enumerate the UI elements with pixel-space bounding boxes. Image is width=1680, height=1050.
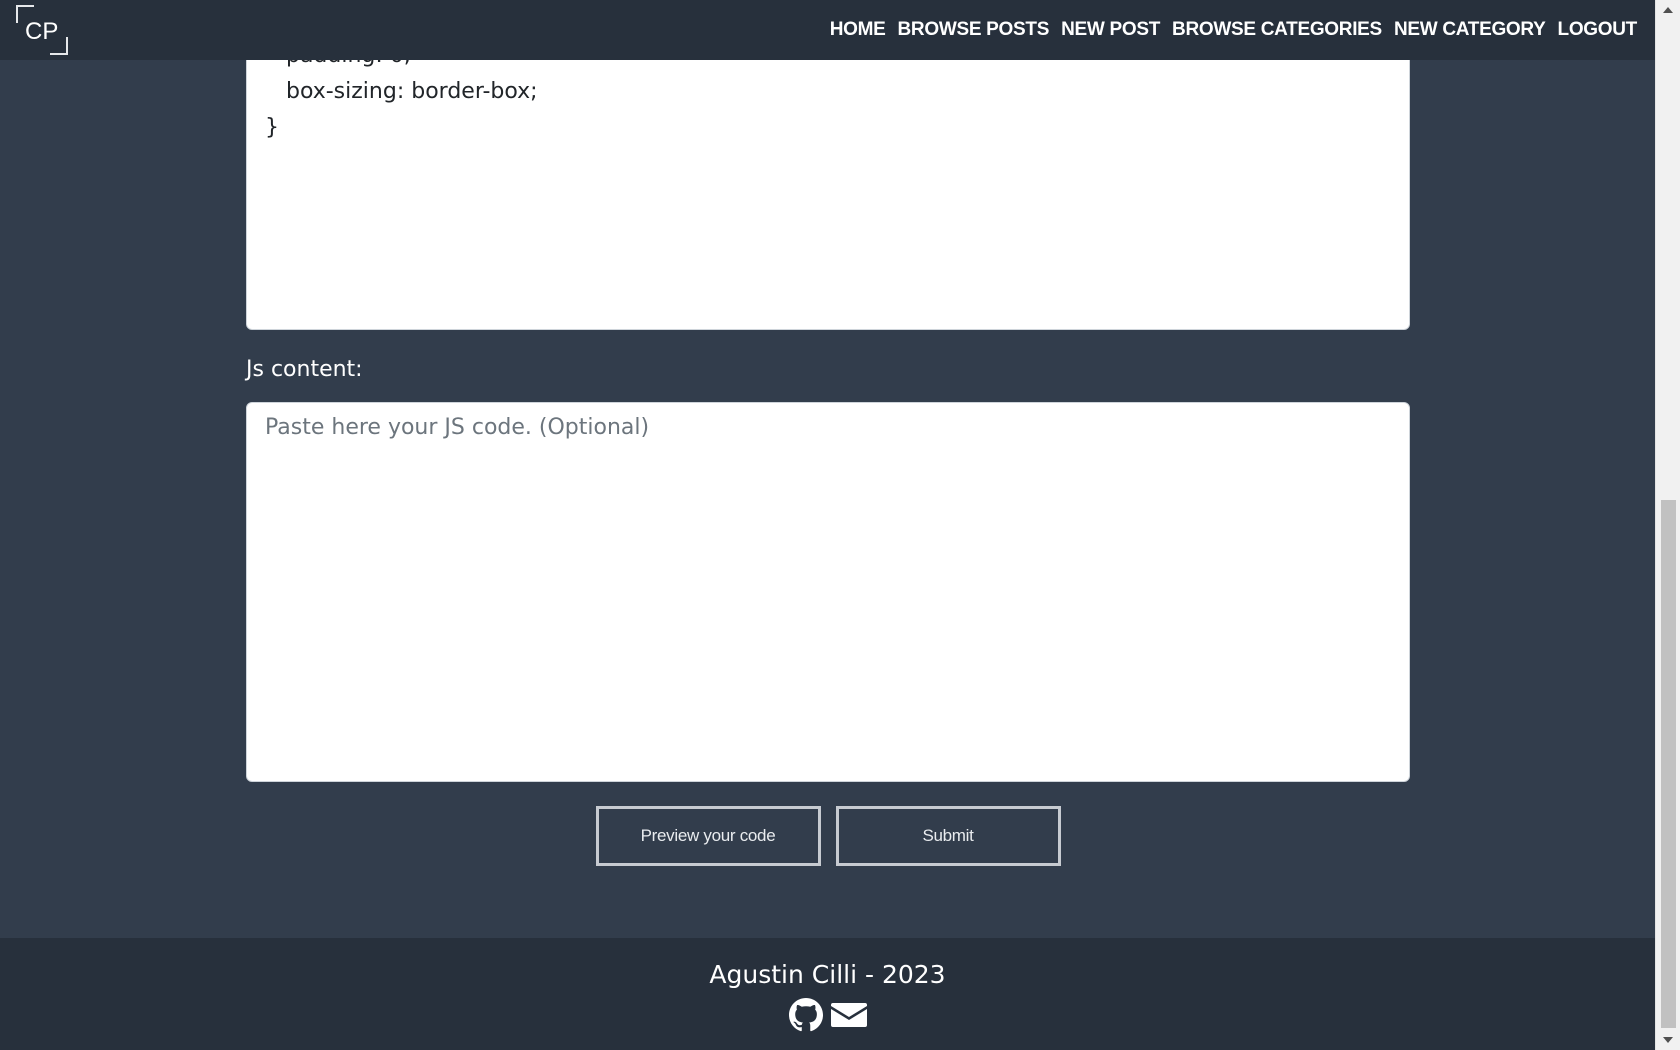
logo[interactable]: CP	[15, 4, 69, 56]
submit-button[interactable]: Submit	[835, 806, 1061, 866]
nav-link-home[interactable]: HOME	[830, 19, 886, 41]
scroll-up-arrow-icon[interactable]	[1663, 7, 1673, 13]
form-buttons: Preview your code Submit	[246, 806, 1410, 866]
preview-code-button[interactable]: Preview your code	[595, 806, 821, 866]
nav-link-new-category[interactable]: NEW CATEGORY	[1394, 19, 1546, 41]
footer-icons	[0, 998, 1655, 1037]
navbar: CP HOME BROWSE POSTS NEW POST BROWSE CAT…	[0, 0, 1655, 60]
envelope-icon[interactable]	[830, 998, 867, 1037]
nav-link-browse-categories[interactable]: BROWSE CATEGORIES	[1172, 19, 1382, 41]
vertical-scrollbar[interactable]	[1655, 0, 1680, 1050]
scroll-down-arrow-icon[interactable]	[1663, 1037, 1673, 1043]
nav-link-logout[interactable]: LOGOUT	[1558, 19, 1638, 41]
scrollbar-thumb[interactable]	[1661, 500, 1676, 1028]
nav-link-new-post[interactable]: NEW POST	[1061, 19, 1160, 41]
footer-credit: Agustin Cilli - 2023	[709, 960, 946, 989]
page: CP HOME BROWSE POSTS NEW POST BROWSE CAT…	[0, 0, 1680, 1050]
github-icon[interactable]	[788, 998, 823, 1037]
js-content-label: Js content:	[246, 357, 363, 382]
js-content-textarea[interactable]	[246, 402, 1410, 782]
nav-links: HOME BROWSE POSTS NEW POST BROWSE CATEGO…	[830, 0, 1638, 60]
footer: Agustin Cilli - 2023	[0, 938, 1655, 1050]
logo-text: CP	[25, 18, 59, 45]
nav-link-browse-posts[interactable]: BROWSE POSTS	[898, 19, 1050, 41]
